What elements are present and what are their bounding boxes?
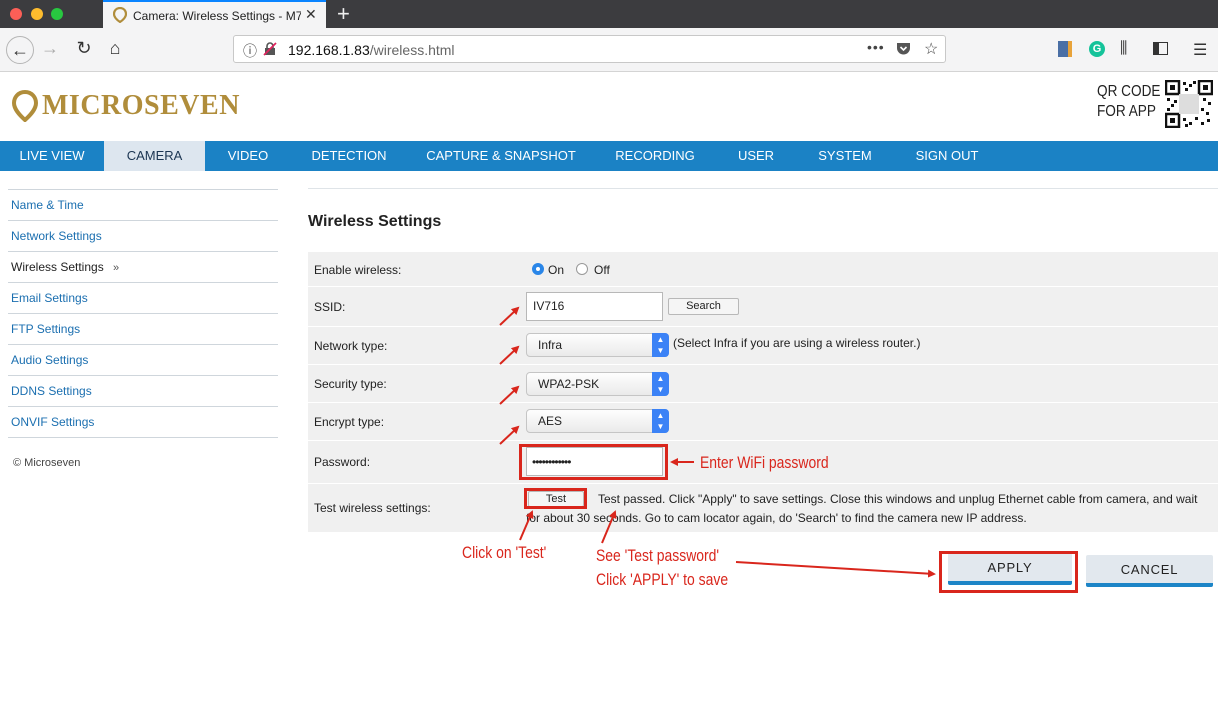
brand-logo[interactable]: MICROSEVEN: [42, 90, 240, 122]
chevron-up-down-icon: ▲ ▼: [652, 409, 669, 433]
ssid-search-button[interactable]: Search: [668, 298, 739, 315]
library-icon[interactable]: ⫼: [1120, 40, 1127, 58]
grammarly-icon[interactable]: G: [1089, 41, 1105, 57]
sidebar-divider: [8, 437, 278, 438]
sidebar-item-wireless-settings[interactable]: Wireless Settings »: [8, 251, 278, 282]
tab-title: Camera: Wireless Settings - M7: [133, 9, 301, 23]
ssid-input[interactable]: IV716: [526, 292, 663, 321]
cancel-button[interactable]: CANCEL: [1086, 555, 1213, 587]
sidebar-item-name-time[interactable]: Name & Time: [8, 189, 278, 220]
chevron-up-down-icon: ▲ ▼: [652, 372, 669, 396]
encrypt-type-row: Encrypt type: AES ▲ ▼: [308, 403, 1218, 440]
wireless-on-label: On: [548, 263, 565, 277]
window-maximize-button[interactable]: [51, 8, 63, 20]
menu-detection[interactable]: DETECTION: [291, 141, 407, 171]
qr-code-caption: QR CODE FOR APP: [1097, 83, 1161, 120]
annotation-enter-wifi: Enter WiFi password: [700, 453, 829, 472]
network-type-row: Network type: Infra ▲ ▼ (Select Infra if …: [308, 327, 1218, 364]
wireless-off-radio[interactable]: [576, 263, 588, 275]
sidebar-item-onvif-settings[interactable]: ONVIF Settings: [8, 406, 278, 437]
encrypt-type-select[interactable]: AES ▲ ▼: [526, 409, 669, 433]
window-minimize-button[interactable]: [31, 8, 43, 20]
encrypt-type-value: AES: [538, 414, 563, 428]
ssid-row: SSID: IV716 Search: [308, 287, 1218, 326]
new-tab-icon[interactable]: +: [337, 1, 350, 27]
wireless-off-label: Off: [594, 263, 610, 277]
annotation-click-apply: Click 'APPLY' to save: [596, 570, 729, 589]
sidebar-item-audio-settings[interactable]: Audio Settings: [8, 344, 278, 375]
info-icon[interactable]: ⓘ: [243, 41, 257, 61]
security-type-value: WPA2-PSK: [538, 377, 600, 391]
sidebar-item-label: Wireless Settings: [11, 260, 104, 274]
copyright-text: © Microseven: [13, 457, 81, 469]
pocket-icon[interactable]: [896, 42, 911, 56]
security-type-select[interactable]: WPA2-PSK ▲ ▼: [526, 372, 669, 396]
sidebar-item-network-settings[interactable]: Network Settings: [8, 220, 278, 251]
browser-tab-bar: Camera: Wireless Settings - M7 ✕ +: [0, 0, 1218, 28]
page-actions-icon[interactable]: •••: [867, 39, 885, 55]
browser-tab[interactable]: Camera: Wireless Settings - M7 ✕: [103, 0, 326, 28]
qr-code-image: [1165, 80, 1213, 128]
menu-system[interactable]: SYSTEM: [797, 141, 893, 171]
test-wireless-label: Test wireless settings:: [314, 501, 431, 515]
security-type-row: Security type: WPA2-PSK ▲ ▼: [308, 365, 1218, 402]
content-divider: [308, 188, 1218, 189]
page-title: Wireless Settings: [308, 213, 442, 230]
network-type-note: (Select Infra if you are using a wireles…: [673, 336, 921, 350]
menu-user[interactable]: USER: [715, 141, 797, 171]
network-type-value: Infra: [538, 338, 563, 352]
tab-close-icon[interactable]: ✕: [305, 6, 317, 23]
menu-video[interactable]: VIDEO: [205, 141, 291, 171]
reload-icon[interactable]: ↻: [72, 36, 96, 60]
hamburger-menu-icon[interactable]: ☰: [1193, 40, 1207, 60]
insecure-lock-icon[interactable]: [263, 42, 277, 56]
test-wireless-row: Test wireless settings: Test Test passed…: [308, 484, 1218, 532]
menu-capture-snapshot[interactable]: CAPTURE & SNAPSHOT: [407, 141, 595, 171]
browser-nav-bar: ← → ↻ ⌂ ⓘ 192.168.1.83/wireless.html •••…: [0, 28, 1218, 72]
sidebar-item-ftp-settings[interactable]: FTP Settings: [8, 313, 278, 344]
password-label: Password:: [314, 455, 371, 469]
annotation-see-test: See 'Test password': [596, 546, 720, 565]
home-icon[interactable]: ⌂: [103, 36, 127, 60]
network-type-select[interactable]: Infra ▲ ▼: [526, 333, 669, 357]
microseven-logo-icon: [12, 90, 38, 122]
url-text: 192.168.1.83/wireless.html: [288, 42, 455, 58]
security-type-label: Security type:: [314, 377, 387, 391]
arrow-apply: [735, 561, 936, 578]
enable-wireless-row: Enable wireless: On Off: [308, 252, 1218, 286]
menu-sign-out[interactable]: SIGN OUT: [893, 141, 1001, 171]
sidebar-toggle-icon[interactable]: [1153, 42, 1168, 55]
current-indicator: »: [113, 262, 120, 274]
network-type-label: Network type:: [314, 339, 388, 353]
test-highlight-box: [524, 488, 587, 509]
ssid-label: SSID:: [314, 300, 346, 314]
bookmark-star-icon[interactable]: ☆: [924, 39, 938, 59]
apply-highlight-box: [939, 551, 1078, 593]
sidebar-item-email-settings[interactable]: Email Settings: [8, 282, 278, 313]
back-icon[interactable]: ←: [6, 36, 34, 64]
menu-camera[interactable]: CAMERA: [104, 141, 205, 171]
chevron-up-down-icon: ▲ ▼: [652, 333, 669, 357]
enable-wireless-label: Enable wireless:: [314, 263, 402, 277]
encrypt-type-label: Encrypt type:: [314, 415, 385, 429]
menu-live-view[interactable]: LIVE VIEW: [0, 141, 104, 171]
main-menu-bar: LIVE VIEW CAMERA VIDEO DETECTION CAPTURE…: [0, 141, 1218, 171]
test-result-message: Test passed. Click "Apply" to save setti…: [526, 492, 1198, 525]
annotation-click-test: Click on 'Test': [462, 543, 547, 562]
wireless-on-radio[interactable]: [532, 263, 544, 275]
extension-icon[interactable]: [1058, 41, 1072, 57]
url-bar[interactable]: ⓘ 192.168.1.83/wireless.html ••• ☆: [233, 35, 946, 63]
menu-recording[interactable]: RECORDING: [595, 141, 715, 171]
sidebar-item-ddns-settings[interactable]: DDNS Settings: [8, 375, 278, 406]
site-favicon-icon: [113, 7, 127, 23]
settings-sidebar: Name & Time Network Settings Wireless Se…: [8, 189, 278, 438]
forward-icon[interactable]: →: [38, 36, 62, 60]
password-highlight-box: [519, 444, 668, 480]
window-close-button[interactable]: [10, 8, 22, 20]
